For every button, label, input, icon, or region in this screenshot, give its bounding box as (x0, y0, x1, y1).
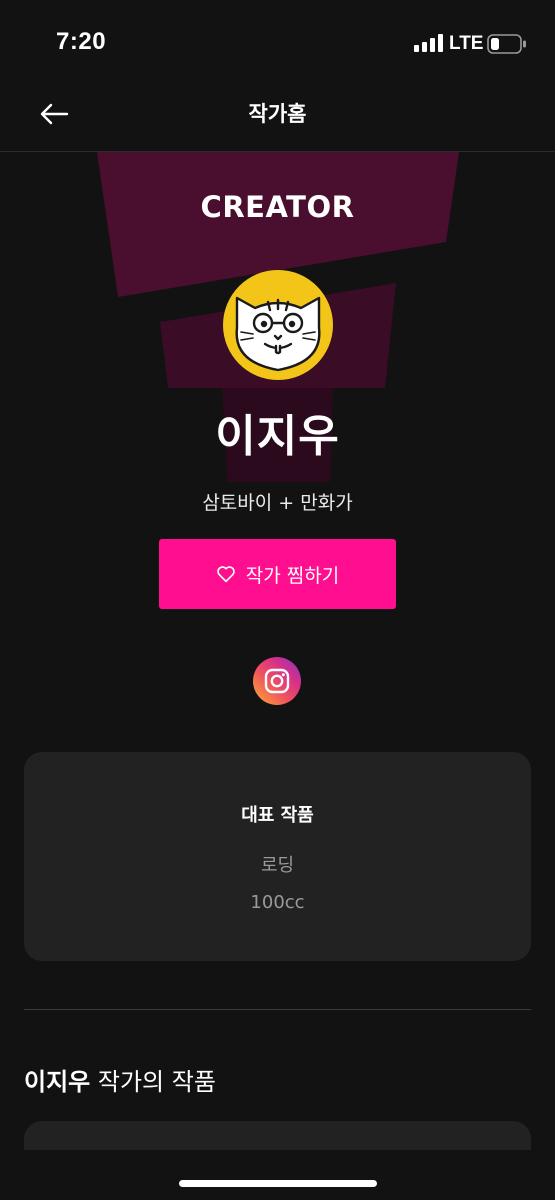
bottom-safe-area (0, 1150, 555, 1200)
battery-icon (487, 34, 526, 54)
representative-works-card: 대표 작품 로딩 100cc (24, 752, 531, 961)
representative-work-item[interactable]: 100cc (24, 892, 531, 913)
page-title: 작가홈 (248, 102, 307, 126)
follow-author-button[interactable]: 작가 찜하기 (159, 539, 396, 609)
signal-strength-icon (414, 34, 443, 52)
network-label: LTE (449, 33, 484, 54)
creator-badge: CREATOR (200, 190, 355, 224)
work-card[interactable] (24, 1121, 531, 1151)
works-section-author-name: 이지우 (24, 1068, 91, 1096)
works-section-suffix: 작가의 작품 (90, 1068, 216, 1096)
back-button[interactable] (30, 92, 78, 136)
representative-work-item[interactable]: 로딩 (24, 851, 531, 877)
instagram-link-button[interactable] (253, 657, 301, 705)
follow-button-label: 작가 찜하기 (245, 564, 340, 587)
representative-works-title: 대표 작품 (241, 805, 314, 826)
home-indicator[interactable] (179, 1180, 377, 1187)
author-subtitle: 삼토바이 + 만화가 (202, 492, 353, 514)
author-name: 이지우 (215, 411, 340, 462)
instagram-icon (264, 668, 290, 694)
author-avatar (223, 270, 333, 380)
works-section-heading: 이지우 작가의 작품 (24, 1062, 216, 1097)
nav-bar: 작가홈 (0, 80, 555, 152)
status-bar: 7:20 LTE (0, 0, 555, 80)
section-divider (24, 1009, 531, 1010)
status-time: 7:20 (56, 28, 107, 55)
heart-outline-icon (216, 566, 235, 583)
arrow-left-icon (40, 103, 69, 125)
